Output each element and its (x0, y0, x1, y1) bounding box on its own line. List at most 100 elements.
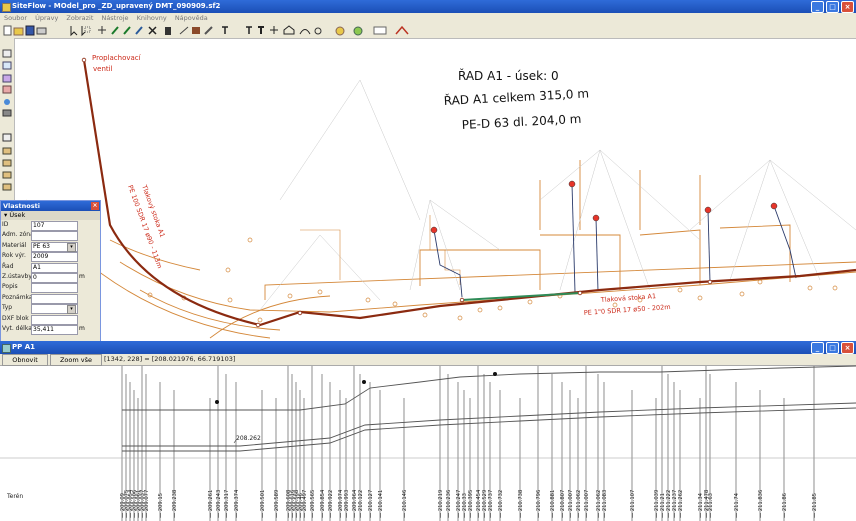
layer-icon[interactable] (353, 26, 363, 36)
minimize-icon[interactable]: _ (811, 342, 824, 354)
terrain-value: — 211.836 (758, 490, 764, 518)
dropdown-tool-icon[interactable] (373, 26, 387, 35)
trash-icon[interactable] (165, 27, 171, 35)
terrain-value: — 210.236 (446, 490, 452, 518)
save-icon[interactable] (25, 25, 35, 36)
table-tool-icon[interactable] (2, 85, 12, 94)
app-icon (2, 3, 11, 12)
terrain-value: — 211.74 (734, 492, 740, 518)
pan-icon[interactable] (98, 26, 106, 34)
link-tool-icon[interactable] (2, 159, 12, 167)
terrain-value: — 209.317 (224, 490, 230, 518)
house-icon[interactable] (283, 25, 295, 35)
prop-row: Rok výr. 2009 (1, 251, 100, 263)
analysis-icon[interactable] (395, 25, 409, 35)
prop-label: ID (2, 221, 9, 228)
node-tool-icon[interactable] (2, 147, 12, 155)
properties-header: Vlastnosti × (1, 201, 100, 211)
pipe-line-bottom (122, 407, 856, 452)
network-tool-icon[interactable] (4, 99, 10, 105)
profile-canvas[interactable]: 208.262 Terén — 209.09— 209.075— 209.054… (0, 365, 856, 521)
terrain-value: — 211.107 (630, 490, 636, 518)
menu-view[interactable]: Zobrazit (66, 14, 93, 22)
layer-tool-icon[interactable] (2, 49, 12, 58)
map-tool-icon[interactable] (2, 61, 12, 70)
service-markers (215, 372, 497, 404)
prop-label: Popis (2, 283, 18, 291)
hydrant-tool-icon[interactable] (2, 183, 12, 191)
line-tool-icon[interactable] (179, 26, 189, 35)
grid-tool-icon[interactable] (2, 74, 12, 83)
new-file-icon[interactable] (3, 25, 12, 36)
valve-tool-icon[interactable] (2, 171, 12, 179)
window-controls: _ □ × (811, 1, 854, 13)
prop-row: Vyt. délka 35,411 m (1, 324, 100, 335)
profile-tool-icon[interactable] (2, 133, 12, 142)
terrain-value: — 210.395 (468, 490, 474, 518)
connect-icon[interactable] (314, 27, 322, 35)
terrain-value: — 211.262 (678, 490, 684, 518)
select-box-icon[interactable] (81, 26, 91, 37)
prop-label: Typ (2, 304, 13, 312)
prop-label: Z.ústavby (2, 272, 32, 280)
terrain-value: — 209.238 (172, 490, 178, 518)
maximize-icon[interactable]: □ (826, 342, 839, 354)
main-toolbar (0, 23, 856, 39)
prop-value[interactable]: 35,411 (31, 324, 78, 335)
terrain-value: — 210.738 (518, 490, 524, 518)
terrain-value: — 209.501 (260, 490, 266, 518)
properties-section[interactable]: ▾ Úsek (1, 211, 100, 220)
terrain-value: — 210.737 (488, 490, 494, 518)
fill-tool-icon[interactable] (192, 27, 200, 34)
properties-title: Vlastnosti (3, 202, 40, 210)
terrain-value: — 211.63 (708, 493, 714, 518)
node-move-icon[interactable] (135, 26, 143, 35)
terrain-value: — 210.141 (378, 490, 384, 518)
profile-icon (2, 344, 11, 353)
close-icon[interactable]: × (841, 342, 854, 354)
menu-libraries[interactable]: Knihovny (137, 14, 167, 22)
maximize-icon[interactable]: □ (826, 1, 839, 13)
prop-label: Materiál (2, 241, 27, 249)
menu-tools[interactable]: Nástroje (101, 14, 128, 22)
terrain-value: — 209.589 (274, 490, 280, 518)
valve-label-2: ventil (93, 65, 113, 73)
star-icon[interactable] (335, 26, 345, 36)
terrain-value: — 209.243 (216, 490, 222, 518)
menu-file[interactable]: Soubor (4, 14, 27, 22)
terrain-value: — 211.85 (812, 493, 818, 518)
pipe-tool-icon[interactable] (2, 109, 12, 117)
measure-icon[interactable] (299, 29, 311, 35)
menu-help[interactable]: Nápověda (175, 14, 208, 22)
menu-edit[interactable]: Úpravy (35, 14, 58, 22)
terrain-value: — 211.86 (782, 493, 788, 518)
close-icon[interactable]: × (841, 1, 854, 13)
profile-window-controls: _ □ × (811, 342, 854, 354)
pencil-icon[interactable] (204, 26, 213, 35)
app-titlebar: SiteFlow - MOdel_pro _ZD_upravený DMT_09… (0, 0, 856, 13)
hydrant-markers[interactable] (430, 180, 778, 234)
terrain-value: — 209.077 (144, 490, 150, 518)
node-add-icon[interactable] (111, 26, 119, 35)
map-canvas[interactable]: Proplachovací ventil ŘAD A1 - úsek: 0 ŘA… (14, 38, 856, 341)
minimize-icon[interactable]: _ (811, 1, 824, 13)
text-icon[interactable] (246, 26, 252, 34)
close-icon[interactable]: × (91, 202, 99, 210)
terrain-value: — 210.127 (368, 490, 374, 518)
prop-row: ID 107 (1, 220, 100, 231)
open-folder-icon[interactable] (13, 27, 24, 36)
terrain-value: — 209.15 (158, 493, 164, 518)
text-left-icon[interactable] (222, 26, 228, 34)
text-bold-icon[interactable] (258, 26, 264, 34)
terrain-value: — 209.261 (208, 490, 214, 518)
print-icon[interactable] (36, 27, 47, 35)
profile-titlebar: PP A1 _ □ × (0, 341, 856, 354)
prop-label: Poznámka (2, 293, 33, 301)
cross-icon[interactable] (270, 26, 278, 34)
delete-icon[interactable] (148, 26, 157, 35)
node-edit-icon[interactable] (123, 26, 131, 35)
prop-row: Řad A1 (1, 262, 100, 273)
prop-label: DXF blok (2, 314, 29, 322)
terrain-value: — 210.796 (536, 490, 542, 518)
select-arrow-icon[interactable] (70, 26, 78, 37)
